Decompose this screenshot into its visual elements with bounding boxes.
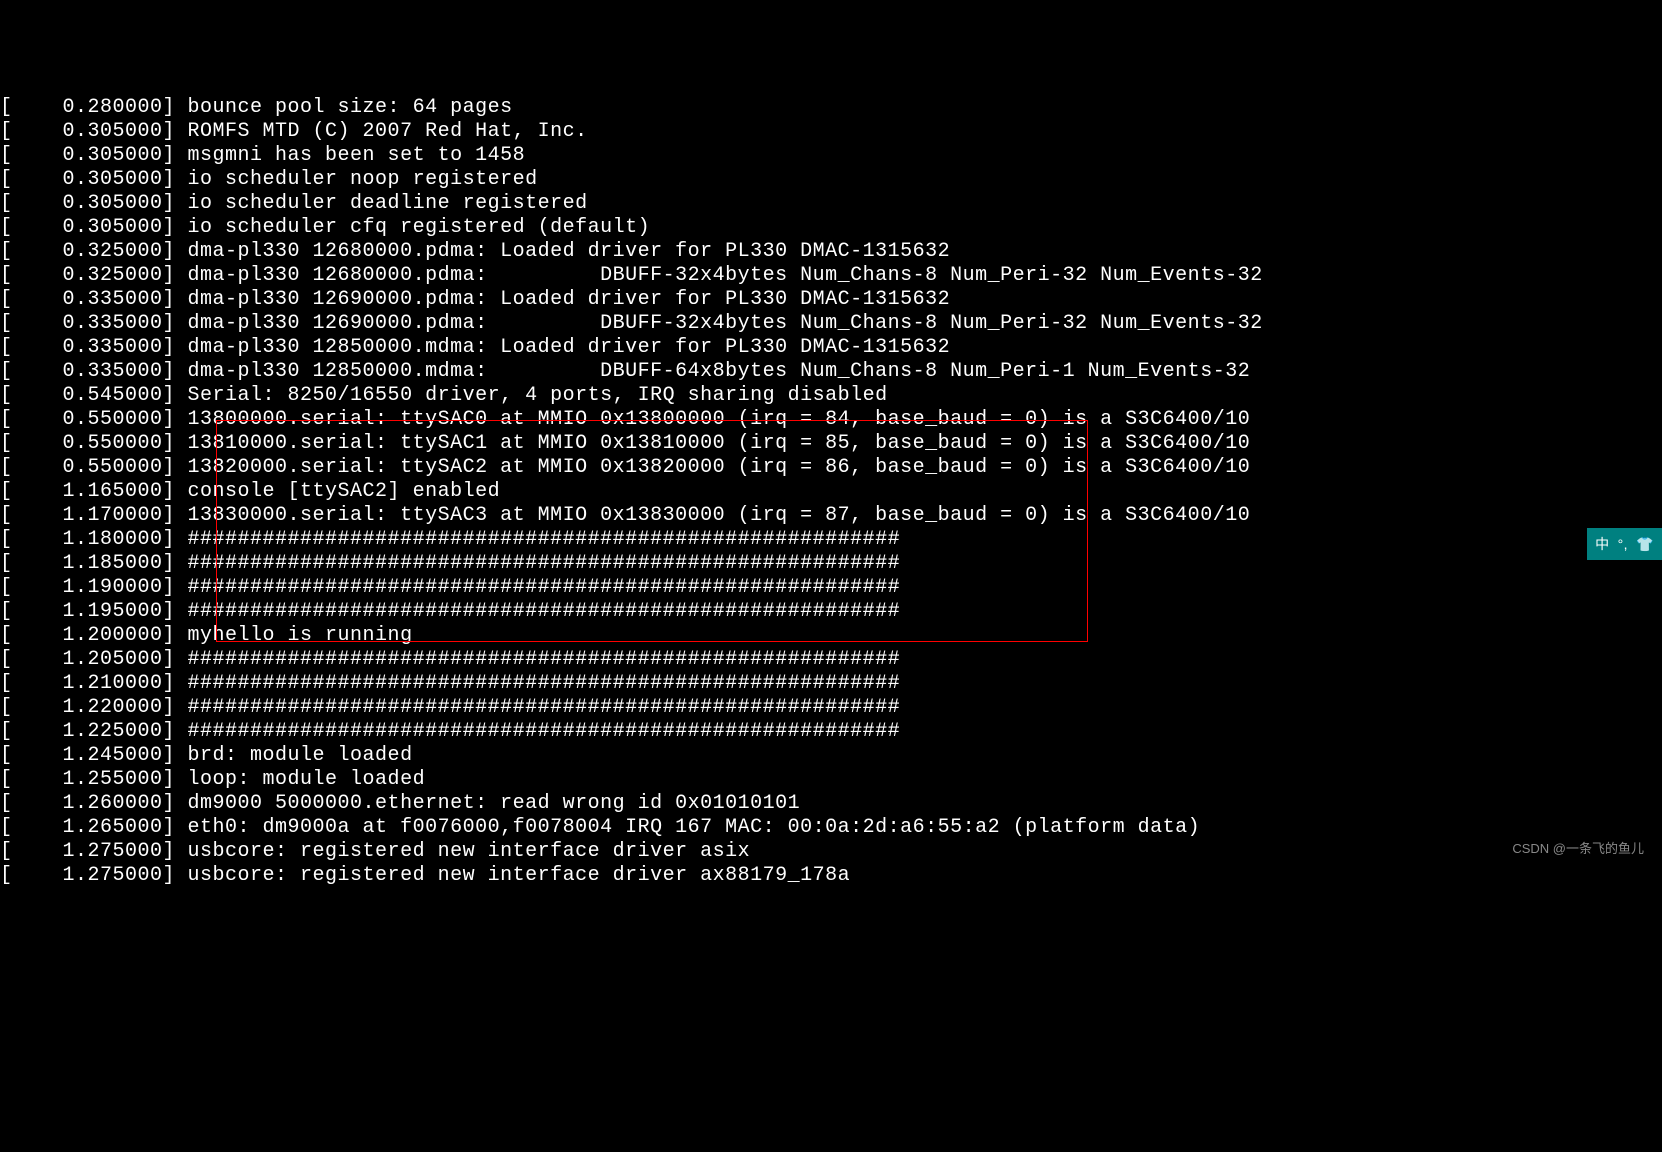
log-line: [ 1.220000] ############################… — [0, 696, 1662, 720]
log-line: [ 0.545000] Serial: 8250/16550 driver, 4… — [0, 384, 1662, 408]
log-line: [ 0.280000] bounce pool size: 64 pages — [0, 96, 1662, 120]
log-line: [ 0.335000] dma-pl330 12850000.mdma: Loa… — [0, 336, 1662, 360]
log-line: [ 0.335000] dma-pl330 12850000.mdma: DBU… — [0, 360, 1662, 384]
log-line: [ 1.165000] console [ttySAC2] enabled — [0, 480, 1662, 504]
log-line: [ 0.550000] 13820000.serial: ttySAC2 at … — [0, 456, 1662, 480]
ime-indicator[interactable]: 中 °, 👕 — [1587, 528, 1662, 560]
log-line: [ 0.305000] msgmni has been set to 1458 — [0, 144, 1662, 168]
log-line: [ 1.200000] myhello is running — [0, 624, 1662, 648]
shirt-icon: 👕 — [1636, 532, 1654, 556]
log-line: [ 1.225000] ############################… — [0, 720, 1662, 744]
log-line: [ 1.185000] ############################… — [0, 552, 1662, 576]
log-line: [ 1.195000] ############################… — [0, 600, 1662, 624]
log-line: [ 1.170000] 13830000.serial: ttySAC3 at … — [0, 504, 1662, 528]
terminal-output[interactable]: [ 0.280000] bounce pool size: 64 pages[ … — [0, 96, 1662, 888]
log-line: [ 1.190000] ############################… — [0, 576, 1662, 600]
log-line: [ 0.325000] dma-pl330 12680000.pdma: Loa… — [0, 240, 1662, 264]
log-line: [ 0.550000] 13810000.serial: ttySAC1 at … — [0, 432, 1662, 456]
log-line: [ 1.255000] loop: module loaded — [0, 768, 1662, 792]
ime-lang: 中 — [1595, 532, 1610, 556]
log-line: [ 0.335000] dma-pl330 12690000.pdma: Loa… — [0, 288, 1662, 312]
log-line: [ 0.325000] dma-pl330 12680000.pdma: DBU… — [0, 264, 1662, 288]
log-line: [ 1.260000] dm9000 5000000.ethernet: rea… — [0, 792, 1662, 816]
log-line: [ 0.305000] io scheduler deadline regist… — [0, 192, 1662, 216]
watermark-text: CSDN @一条飞的鱼儿 — [1512, 837, 1644, 861]
log-line: [ 1.210000] ############################… — [0, 672, 1662, 696]
log-line: [ 1.205000] ############################… — [0, 648, 1662, 672]
log-line: [ 1.275000] usbcore: registered new inte… — [0, 864, 1662, 888]
log-line: [ 0.550000] 13800000.serial: ttySAC0 at … — [0, 408, 1662, 432]
log-line: [ 0.305000] ROMFS MTD (C) 2007 Red Hat, … — [0, 120, 1662, 144]
log-line: [ 0.305000] io scheduler noop registered — [0, 168, 1662, 192]
log-line: [ 0.305000] io scheduler cfq registered … — [0, 216, 1662, 240]
log-line: [ 1.275000] usbcore: registered new inte… — [0, 840, 1662, 864]
log-line: [ 1.245000] brd: module loaded — [0, 744, 1662, 768]
ime-sep: °, — [1618, 532, 1629, 556]
log-line: [ 0.335000] dma-pl330 12690000.pdma: DBU… — [0, 312, 1662, 336]
log-line: [ 1.180000] ############################… — [0, 528, 1662, 552]
log-line: [ 1.265000] eth0: dm9000a at f0076000,f0… — [0, 816, 1662, 840]
